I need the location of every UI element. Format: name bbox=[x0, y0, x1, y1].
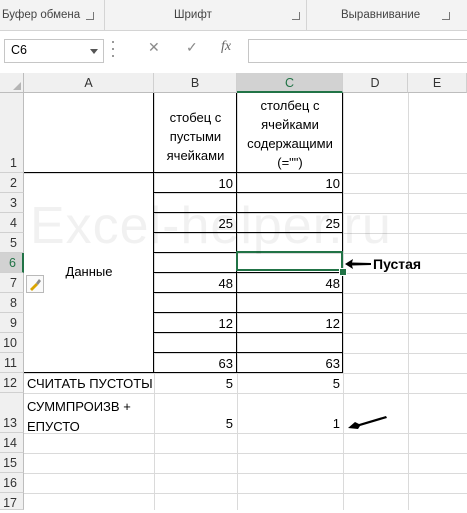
cell-b7[interactable]: 48 bbox=[154, 276, 233, 291]
row-header-2[interactable]: 2 bbox=[0, 173, 24, 193]
cell-b11[interactable]: 63 bbox=[154, 356, 233, 371]
spreadsheet-grid: A B C D E 1 2 3 4 5 6 7 8 9 10 11 12 13 … bbox=[0, 0, 467, 510]
row-header-17[interactable]: 17 bbox=[0, 493, 24, 510]
cell-b12[interactable]: 5 bbox=[154, 376, 233, 391]
annotation-label: Пустая bbox=[373, 256, 422, 272]
cell-c1-line: содержащими bbox=[247, 136, 333, 151]
cell-a13[interactable]: СУММПРОИЗВ + ЕПУСТО bbox=[27, 397, 131, 437]
row-header-16[interactable]: 16 bbox=[0, 473, 24, 493]
row-header-9[interactable]: 9 bbox=[0, 313, 24, 333]
cell-c1-line: ячейками bbox=[261, 117, 319, 132]
row-header-15[interactable]: 15 bbox=[0, 453, 24, 473]
row-header-7[interactable]: 7 bbox=[0, 273, 24, 293]
cell-b9[interactable]: 12 bbox=[154, 316, 233, 331]
row-header-12[interactable]: 12 bbox=[0, 373, 24, 393]
cell-c1-line: (="") bbox=[277, 155, 303, 170]
column-header-a[interactable]: A bbox=[24, 73, 154, 93]
cell-b2[interactable]: 10 bbox=[154, 176, 233, 191]
cell-b1[interactable]: стобец с пустыми ячейками bbox=[154, 108, 237, 165]
cell-c13[interactable]: 1 bbox=[237, 416, 340, 431]
row-header-8[interactable]: 8 bbox=[0, 293, 24, 313]
row-header-5[interactable]: 5 bbox=[0, 233, 24, 253]
cell-a13-line: ЕПУСТО bbox=[27, 419, 80, 434]
row-header-11[interactable]: 11 bbox=[0, 353, 24, 373]
cell-c7[interactable]: 48 bbox=[237, 276, 340, 291]
row-header-6[interactable]: 6 bbox=[0, 253, 24, 273]
row-header-13[interactable]: 13 bbox=[0, 393, 24, 433]
cell-c11[interactable]: 63 bbox=[237, 356, 340, 371]
arrow-left-icon bbox=[348, 416, 387, 429]
paste-options-icon[interactable] bbox=[26, 275, 44, 293]
cell-b1-line: ячейками bbox=[166, 148, 225, 163]
cell-b1-line: стобец с bbox=[169, 110, 222, 125]
row-header-4[interactable]: 4 bbox=[0, 213, 24, 233]
row-header-3[interactable]: 3 bbox=[0, 193, 24, 213]
cell-b13[interactable]: 5 bbox=[154, 416, 233, 431]
watermark: Excel-helper.ru bbox=[30, 197, 392, 255]
cell-c12[interactable]: 5 bbox=[237, 376, 340, 391]
column-header-e[interactable]: E bbox=[408, 73, 467, 93]
column-header-d[interactable]: D bbox=[343, 73, 408, 93]
row-header-1[interactable]: 1 bbox=[0, 93, 24, 173]
arrow-left-icon bbox=[345, 259, 371, 269]
cell-c9[interactable]: 12 bbox=[237, 316, 340, 331]
row-header-14[interactable]: 14 bbox=[0, 433, 24, 453]
column-header-b[interactable]: B bbox=[154, 73, 237, 93]
cell-c1[interactable]: столбец с ячейками содержащими (="") bbox=[237, 96, 343, 172]
cell-c1-line: столбец с bbox=[260, 98, 320, 113]
cell-a12[interactable]: СЧИТАТЬ ПУСТОТЫ bbox=[27, 376, 153, 391]
row-header-10[interactable]: 10 bbox=[0, 333, 24, 353]
column-header-c[interactable]: C bbox=[237, 73, 343, 93]
cell-c2[interactable]: 10 bbox=[237, 176, 340, 191]
cell-b1-line: пустыми bbox=[169, 129, 222, 144]
select-all-button[interactable] bbox=[0, 73, 24, 93]
cell-a13-line: СУММПРОИЗВ + bbox=[27, 399, 131, 414]
